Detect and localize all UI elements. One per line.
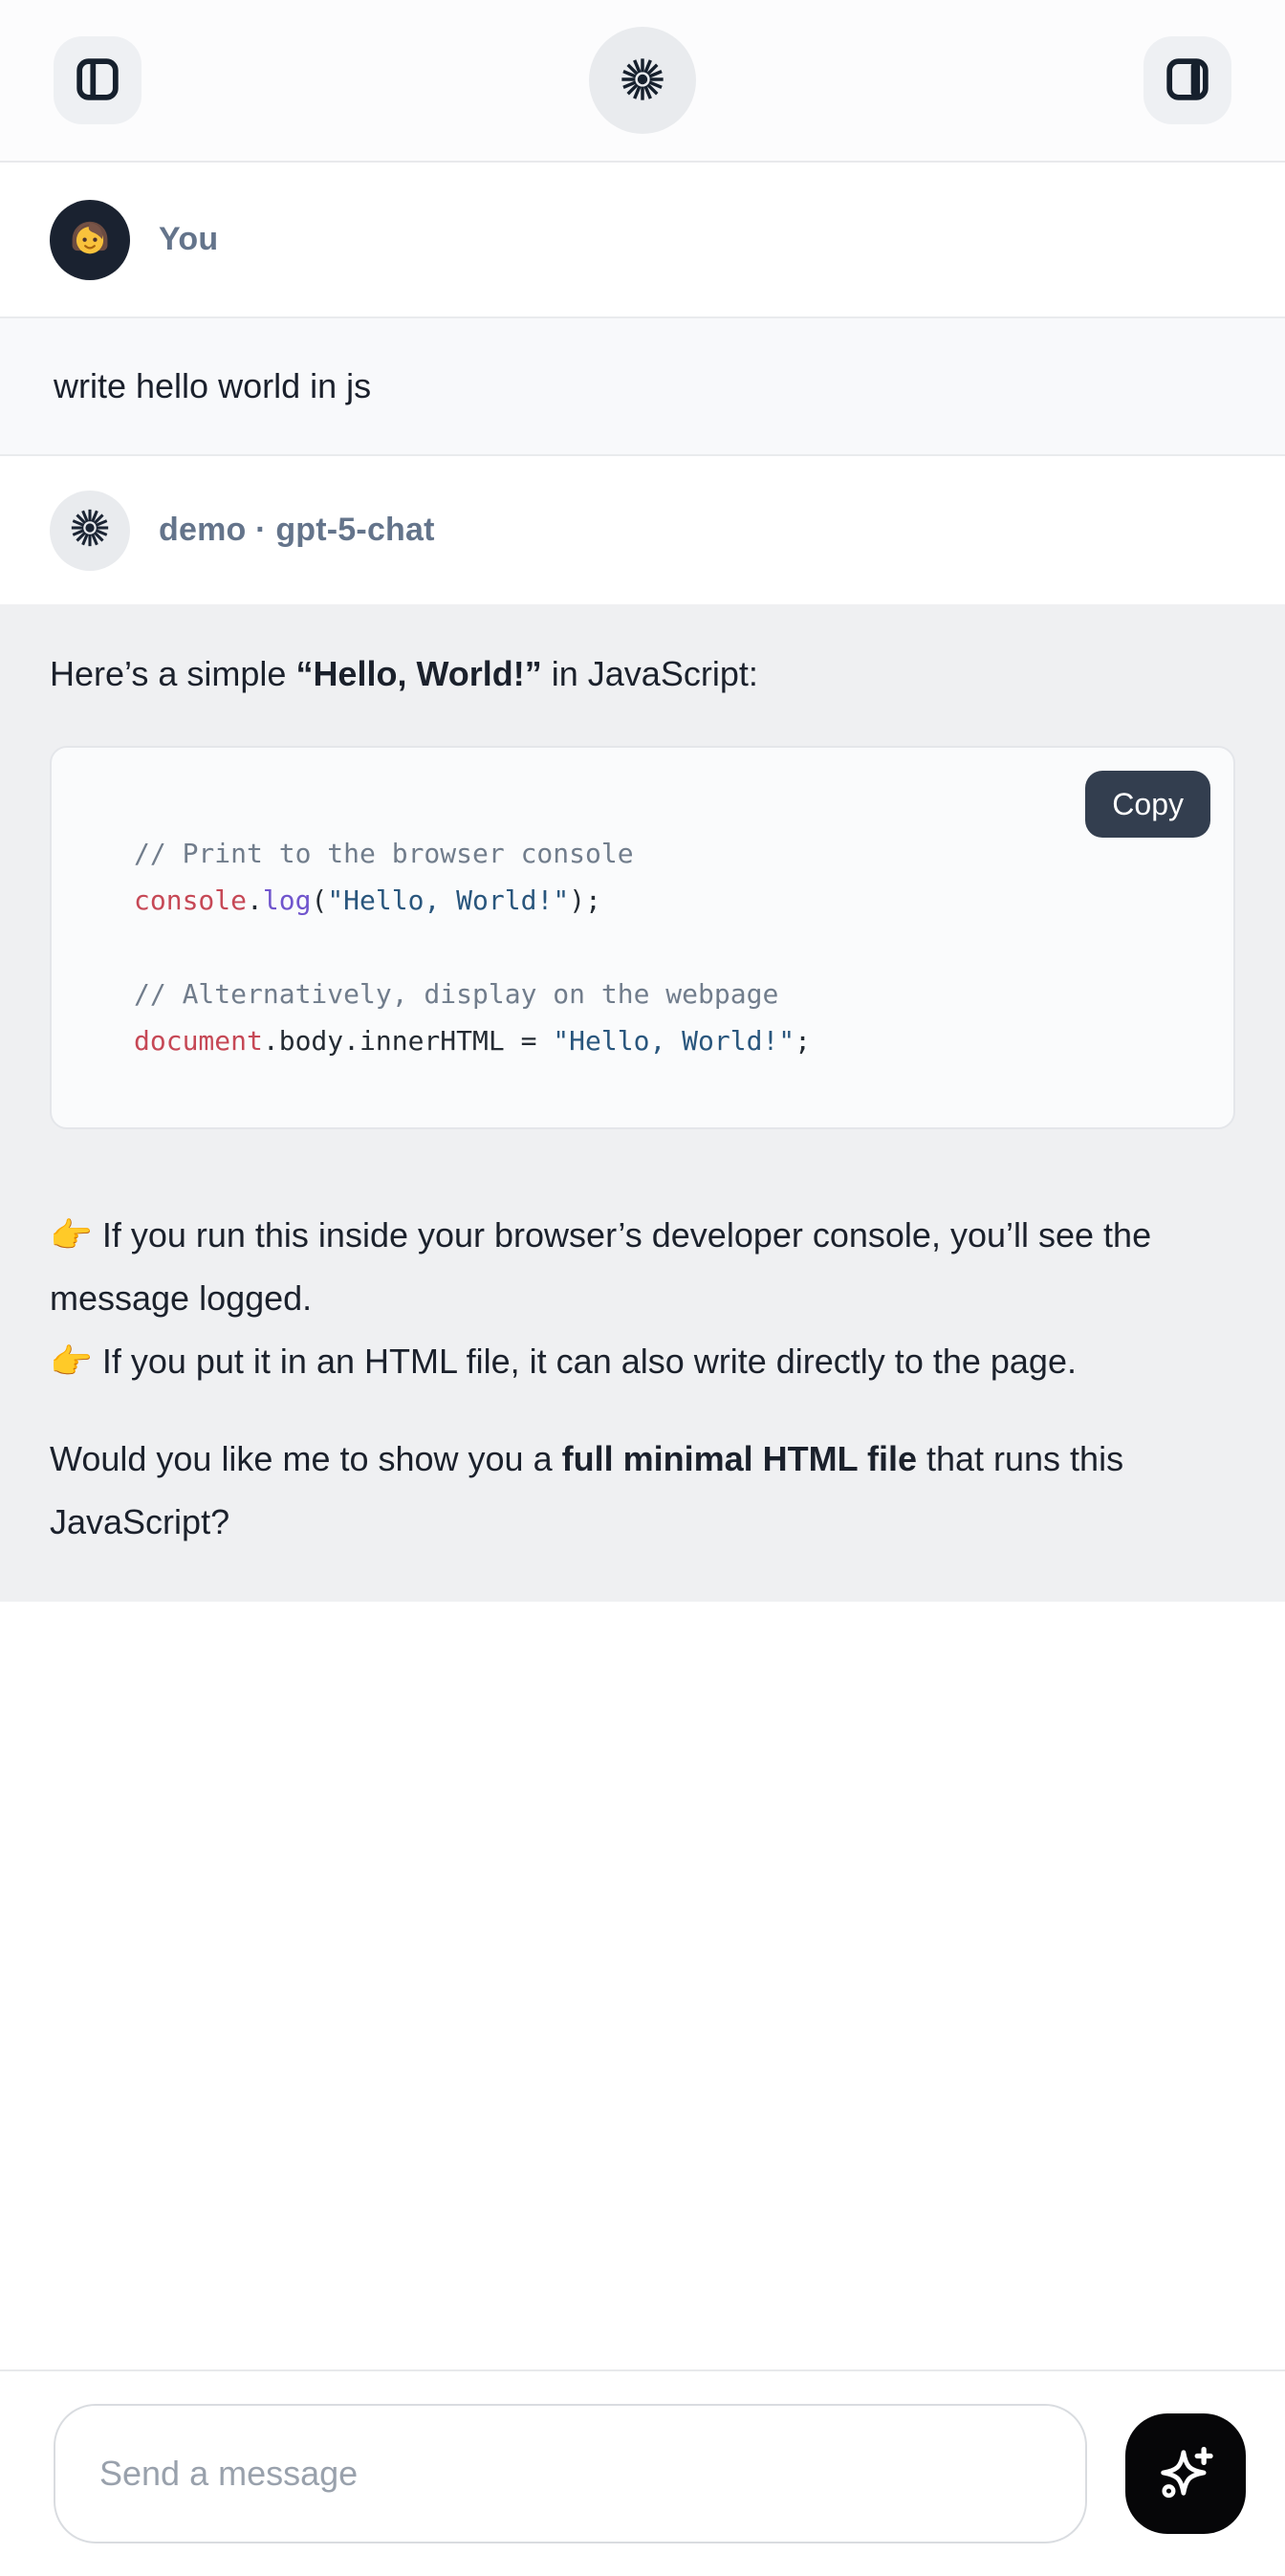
starburst-icon — [618, 55, 667, 107]
sparkle-icon — [1153, 2440, 1218, 2508]
agent-name: demo — [159, 512, 246, 548]
person-emoji-icon — [65, 212, 115, 267]
code-content: // Print to the browser consoleconsole.l… — [134, 830, 1195, 1064]
composer-bar — [0, 2369, 1285, 2576]
chat-empty-area — [0, 1602, 1285, 2369]
message-input[interactable] — [54, 2404, 1087, 2543]
user-message: You write hello world in js — [0, 163, 1285, 456]
top-bar — [0, 0, 1285, 163]
user-avatar — [50, 200, 130, 280]
copy-code-button[interactable]: Copy — [1085, 771, 1210, 838]
separator-dot: · — [255, 512, 267, 548]
code-block: Copy // Print to the browser consolecons… — [50, 746, 1235, 1129]
tips-paragraph: 👉 If you run this inside your browser’s … — [50, 1204, 1235, 1393]
model-name: gpt-5-chat — [275, 512, 434, 548]
code-line: // Alternatively, display on the webpage — [134, 971, 1195, 1017]
tip-line: 👉 If you run this inside your browser’s … — [50, 1215, 1151, 1318]
question-paragraph: Would you like me to show you a full min… — [50, 1428, 1235, 1554]
send-button[interactable] — [1125, 2413, 1246, 2534]
user-sender-label: You — [159, 221, 218, 258]
assistant-message: demo · gpt-5-chat Here’s a simple “Hello… — [0, 456, 1285, 1602]
left-panel-toggle-button[interactable] — [54, 36, 142, 124]
code-line: document.body.innerHTML = "Hello, World!… — [134, 1017, 1195, 1064]
assistant-message-body: Here’s a simple “Hello, World!” in JavaS… — [0, 604, 1285, 1602]
code-line: // Print to the browser console — [134, 830, 1195, 877]
tip-line: 👉 If you put it in an HTML file, it can … — [50, 1342, 1077, 1381]
user-message-header: You — [0, 163, 1285, 317]
panel-left-icon — [76, 57, 120, 104]
assistant-sender-label: demo · gpt-5-chat — [159, 512, 435, 549]
assistant-avatar — [50, 491, 130, 571]
code-line: console.log("Hello, World!"); — [134, 877, 1195, 924]
panel-right-icon — [1165, 57, 1209, 104]
code-line — [134, 924, 1195, 971]
intro-paragraph: Here’s a simple “Hello, World!” in JavaS… — [50, 643, 1235, 706]
brand-spinner-button[interactable] — [589, 27, 696, 134]
starburst-icon — [68, 506, 112, 555]
right-panel-toggle-button[interactable] — [1143, 36, 1231, 124]
assistant-message-header: demo · gpt-5-chat — [0, 456, 1285, 604]
user-message-text: write hello world in js — [0, 317, 1285, 456]
